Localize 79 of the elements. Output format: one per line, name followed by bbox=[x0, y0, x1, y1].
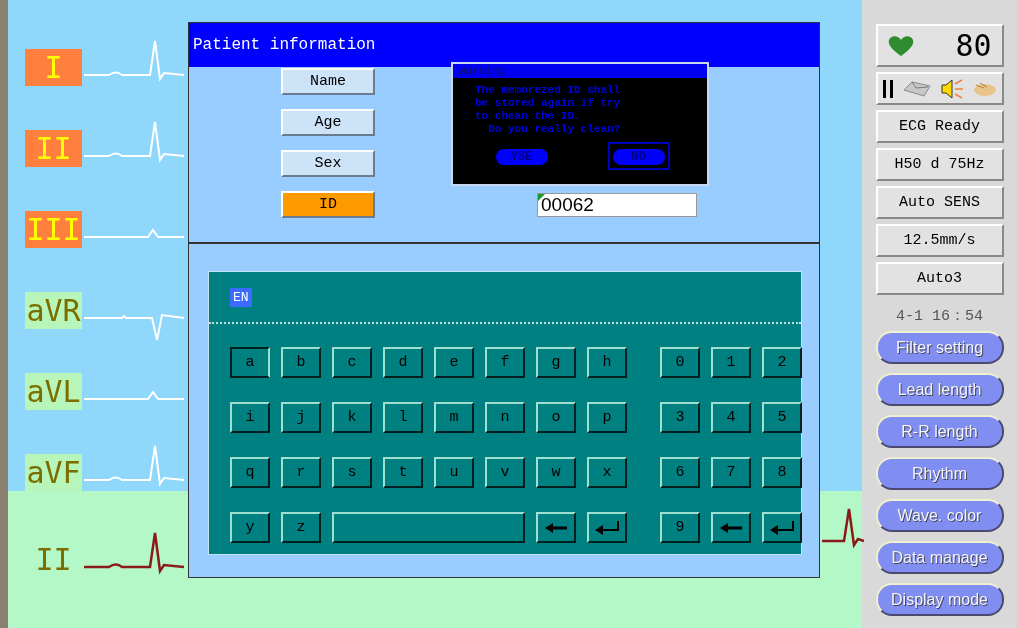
key[interactable]: a bbox=[230, 347, 270, 378]
key[interactable]: q bbox=[230, 457, 270, 488]
pause-icon[interactable] bbox=[881, 78, 894, 99]
key[interactable]: b bbox=[281, 347, 321, 378]
enter-arrow-icon bbox=[593, 519, 621, 536]
menu-button[interactable]: Data manage bbox=[875, 541, 1004, 574]
key[interactable]: 8 bbox=[762, 457, 802, 488]
key[interactable]: 6 bbox=[660, 457, 700, 488]
status-button[interactable]: Auto SENS bbox=[875, 186, 1004, 219]
key[interactable]: s bbox=[332, 457, 372, 488]
warning-message: The memorezed ID shall be stored again if try to chean the ID. Do you really clean? bbox=[474, 83, 622, 136]
left-arrow-icon bbox=[718, 521, 744, 534]
backspace-key[interactable] bbox=[536, 512, 576, 543]
key[interactable]: 0 bbox=[660, 347, 700, 378]
key[interactable]: c bbox=[332, 347, 372, 378]
key[interactable]: n bbox=[485, 402, 525, 433]
key[interactable]: 3 bbox=[660, 402, 700, 433]
lead-label: aVF bbox=[25, 454, 82, 491]
lead-label: I bbox=[25, 49, 82, 86]
key[interactable]: f bbox=[485, 347, 525, 378]
key[interactable]: 9 bbox=[660, 512, 700, 543]
key[interactable]: w bbox=[536, 457, 576, 488]
key[interactable]: 1 bbox=[711, 347, 751, 378]
enter-key[interactable] bbox=[762, 512, 802, 543]
speaker-icon[interactable] bbox=[939, 77, 964, 100]
key[interactable]: x bbox=[587, 457, 627, 488]
menu-button[interactable]: R-R length bbox=[875, 415, 1004, 448]
key[interactable]: y bbox=[230, 512, 270, 543]
dialog-title: Patient information bbox=[189, 23, 819, 67]
enter-key[interactable] bbox=[587, 512, 627, 543]
key[interactable]: e bbox=[434, 347, 474, 378]
menu-button[interactable]: Rhythm bbox=[875, 457, 1004, 490]
field-button[interactable]: ID bbox=[281, 191, 375, 218]
key[interactable]: 7 bbox=[711, 457, 751, 488]
key[interactable]: l bbox=[383, 402, 423, 433]
menu-button[interactable]: Lead length bbox=[875, 373, 1004, 406]
key[interactable]: k bbox=[332, 402, 372, 433]
key[interactable]: m bbox=[434, 402, 474, 433]
menu-button[interactable]: Filter setting bbox=[875, 331, 1004, 364]
lead-label: II bbox=[25, 130, 82, 167]
language-badge[interactable]: EN bbox=[230, 287, 252, 307]
field-button[interactable]: Name bbox=[281, 68, 375, 95]
lead-label: aVL bbox=[25, 373, 82, 410]
key[interactable]: 4 bbox=[711, 402, 751, 433]
key[interactable]: t bbox=[383, 457, 423, 488]
field-button[interactable]: Age bbox=[281, 109, 375, 136]
key[interactable]: u bbox=[434, 457, 474, 488]
left-arrow-icon bbox=[543, 521, 569, 534]
key[interactable]: j bbox=[281, 402, 321, 433]
status-button[interactable]: 12.5mm/s bbox=[875, 224, 1004, 257]
status-button[interactable]: Auto3 bbox=[875, 262, 1004, 295]
menu-button[interactable]: Wave. color bbox=[875, 499, 1004, 532]
key[interactable]: p bbox=[587, 402, 627, 433]
status-button[interactable]: H50 d 75Hz bbox=[875, 148, 1004, 181]
backspace-key[interactable] bbox=[711, 512, 751, 543]
heart-icon bbox=[887, 34, 914, 57]
key[interactable]: z bbox=[281, 512, 321, 543]
ecg-trace bbox=[822, 507, 864, 549]
key[interactable]: i bbox=[230, 402, 270, 433]
key[interactable]: d bbox=[383, 347, 423, 378]
space-key[interactable] bbox=[332, 512, 525, 543]
lead-label: aVR bbox=[25, 292, 82, 329]
date-time: 4-1 16：54 bbox=[896, 307, 983, 325]
warning-title: Warning bbox=[453, 64, 707, 78]
id-input-field[interactable]: 00062 bbox=[537, 192, 697, 217]
key[interactable]: o bbox=[536, 402, 576, 433]
key[interactable]: h bbox=[587, 347, 627, 378]
key[interactable]: g bbox=[536, 347, 576, 378]
enter-arrow-icon bbox=[768, 519, 796, 536]
key[interactable]: 2 bbox=[762, 347, 802, 378]
key[interactable]: 5 bbox=[762, 402, 802, 433]
status-button[interactable]: ECG Ready bbox=[875, 110, 1004, 143]
field-button[interactable]: Sex bbox=[281, 150, 375, 177]
heart-rate-value: 80 bbox=[955, 28, 992, 63]
menu-button[interactable]: Display mode bbox=[875, 583, 1004, 616]
key[interactable]: r bbox=[281, 457, 321, 488]
lead-label: III bbox=[25, 211, 82, 248]
lead-label: II bbox=[34, 542, 73, 577]
key[interactable]: v bbox=[485, 457, 525, 488]
